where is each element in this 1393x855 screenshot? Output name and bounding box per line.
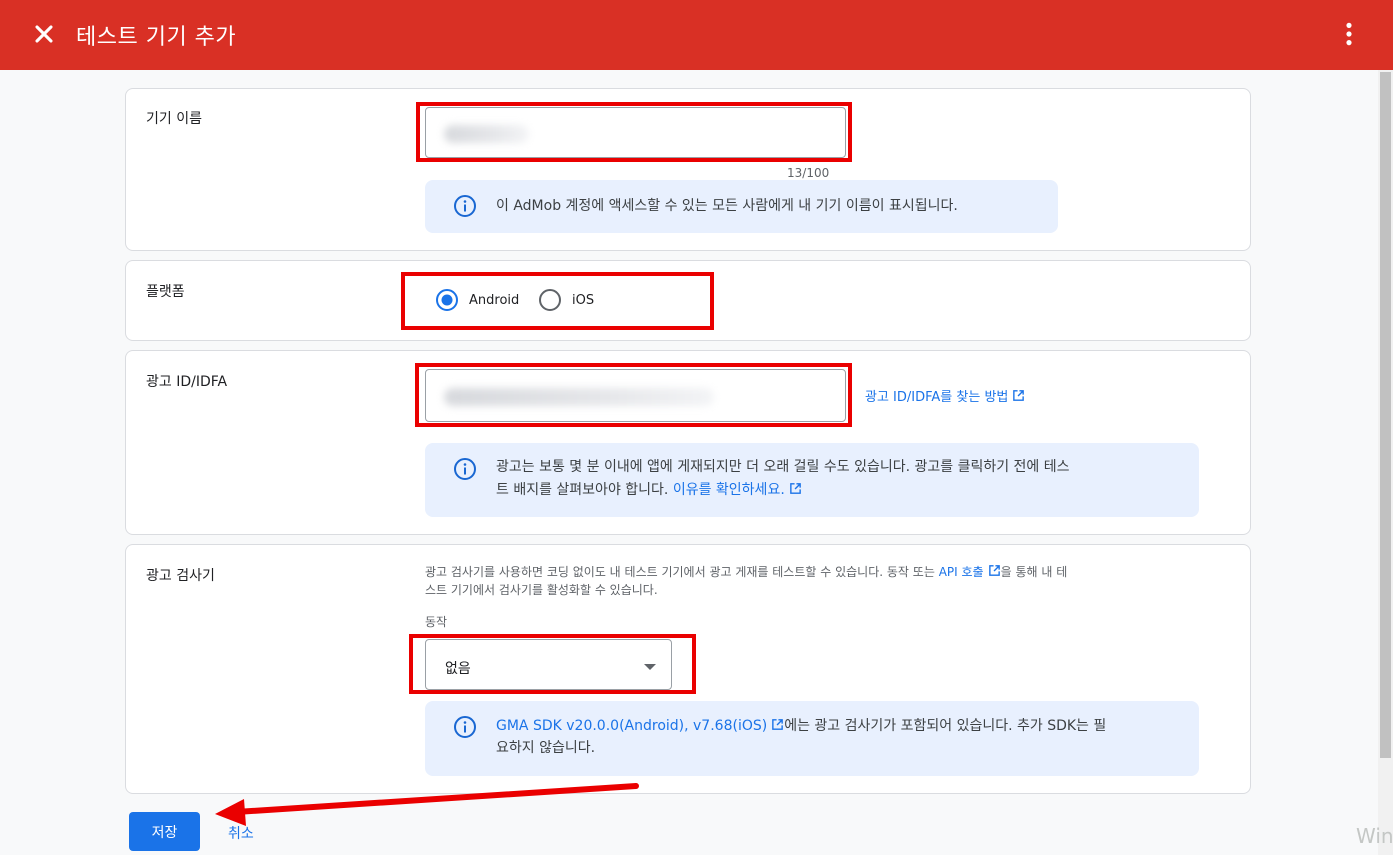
gma-sdk-link[interactable]: GMA SDK v20.0.0(Android), v7.68(iOS) xyxy=(496,718,784,734)
learn-why-link[interactable]: 이유를 확인하세요. xyxy=(673,482,785,498)
ad-id-info-line2: 트 배지를 살펴보아야 합니다. 이유를 확인하세요. xyxy=(496,480,802,501)
ad-inspector-label: 광고 검사기 xyxy=(146,568,215,584)
open-in-new-icon xyxy=(1013,390,1025,401)
platform-card: 플랫폼 Android iOS xyxy=(125,260,1251,341)
android-radio[interactable] xyxy=(435,288,459,312)
ad-id-input[interactable] xyxy=(425,369,846,422)
device-name-label: 기기 이름 xyxy=(146,111,202,127)
ios-radio-label[interactable]: iOS xyxy=(572,293,594,308)
page-title: 테스트 기기 추가 xyxy=(76,25,237,50)
device-name-info-box: 이 AdMob 계정에 액세스할 수 있는 모든 사람에게 내 기기 이름이 표… xyxy=(425,180,1058,233)
ios-radio[interactable] xyxy=(538,288,562,312)
info-icon xyxy=(454,458,476,480)
info-icon xyxy=(454,195,476,217)
cancel-button[interactable]: 취소 xyxy=(228,823,254,843)
windows-watermark: Win xyxy=(1356,824,1393,848)
open-in-new-icon xyxy=(789,483,801,494)
scrollbar-thumb[interactable] xyxy=(1380,72,1391,758)
ad-inspector-info-line2: 요하지 않습니다. xyxy=(496,740,596,756)
ad-inspector-info-line1: GMA SDK v20.0.0(Android), v7.68(iOS) 에는 광… xyxy=(496,718,1107,734)
ad-inspector-help-line2: 스트 기기에서 검사기를 활성화할 수 있습니다. xyxy=(425,583,658,597)
device-name-card: 기기 이름 13/100 이 AdMob 계정에 액세스할 수 있는 모든 사람… xyxy=(125,88,1251,251)
action-select-value: 없음 xyxy=(445,661,471,677)
android-radio-label[interactable]: Android xyxy=(469,293,519,308)
platform-label: 플랫폼 xyxy=(146,284,185,300)
find-ad-id-link[interactable]: 광고 ID/IDFA를 찾는 방법 xyxy=(865,386,1025,405)
ad-id-info-box: 광고는 보통 몇 분 이내에 앱에 게재되지만 더 오래 걸릴 수도 있습니다.… xyxy=(425,443,1199,517)
device-name-info-text: 이 AdMob 계정에 액세스할 수 있는 모든 사람에게 내 기기 이름이 표… xyxy=(496,198,958,214)
close-icon[interactable] xyxy=(30,20,58,48)
info-icon xyxy=(454,716,476,738)
ad-id-card: 광고 ID/IDFA 광고 ID/IDFA를 찾는 방법 광고는 보통 몇 분 … xyxy=(125,350,1251,535)
open-in-new-icon xyxy=(772,719,784,730)
top-app-bar: 테스트 기기 추가 xyxy=(0,0,1393,70)
action-select[interactable]: 없음 xyxy=(425,639,672,690)
ad-id-label: 광고 ID/IDFA xyxy=(146,374,228,390)
device-name-input[interactable] xyxy=(425,107,846,158)
ad-inspector-info-box: GMA SDK v20.0.0(Android), v7.68(iOS) 에는 광… xyxy=(425,701,1199,776)
open-in-new-icon xyxy=(988,565,1000,576)
character-counter: 13/100 xyxy=(787,166,830,180)
api-call-link[interactable]: API 호출 xyxy=(939,565,1001,579)
save-button[interactable]: 저장 xyxy=(129,812,200,851)
ad-id-info-line1: 광고는 보통 몇 분 이내에 앱에 게재되지만 더 오래 걸릴 수도 있습니다.… xyxy=(496,459,1070,475)
device-name-value-blurred xyxy=(444,125,529,143)
more-vert-icon[interactable] xyxy=(1336,20,1362,48)
page-scrollbar[interactable] xyxy=(1378,70,1393,855)
arrow-drop-down-icon xyxy=(644,664,656,670)
ad-inspector-card: 광고 검사기 광고 검사기를 사용하면 코딩 없이도 내 테스트 기기에서 광고… xyxy=(125,544,1251,794)
action-label: 동작 xyxy=(425,615,448,629)
ad-id-value-blurred xyxy=(444,388,714,406)
ad-inspector-help-line1: 광고 검사기를 사용하면 코딩 없이도 내 테스트 기기에서 광고 게재를 테스… xyxy=(425,565,1068,579)
